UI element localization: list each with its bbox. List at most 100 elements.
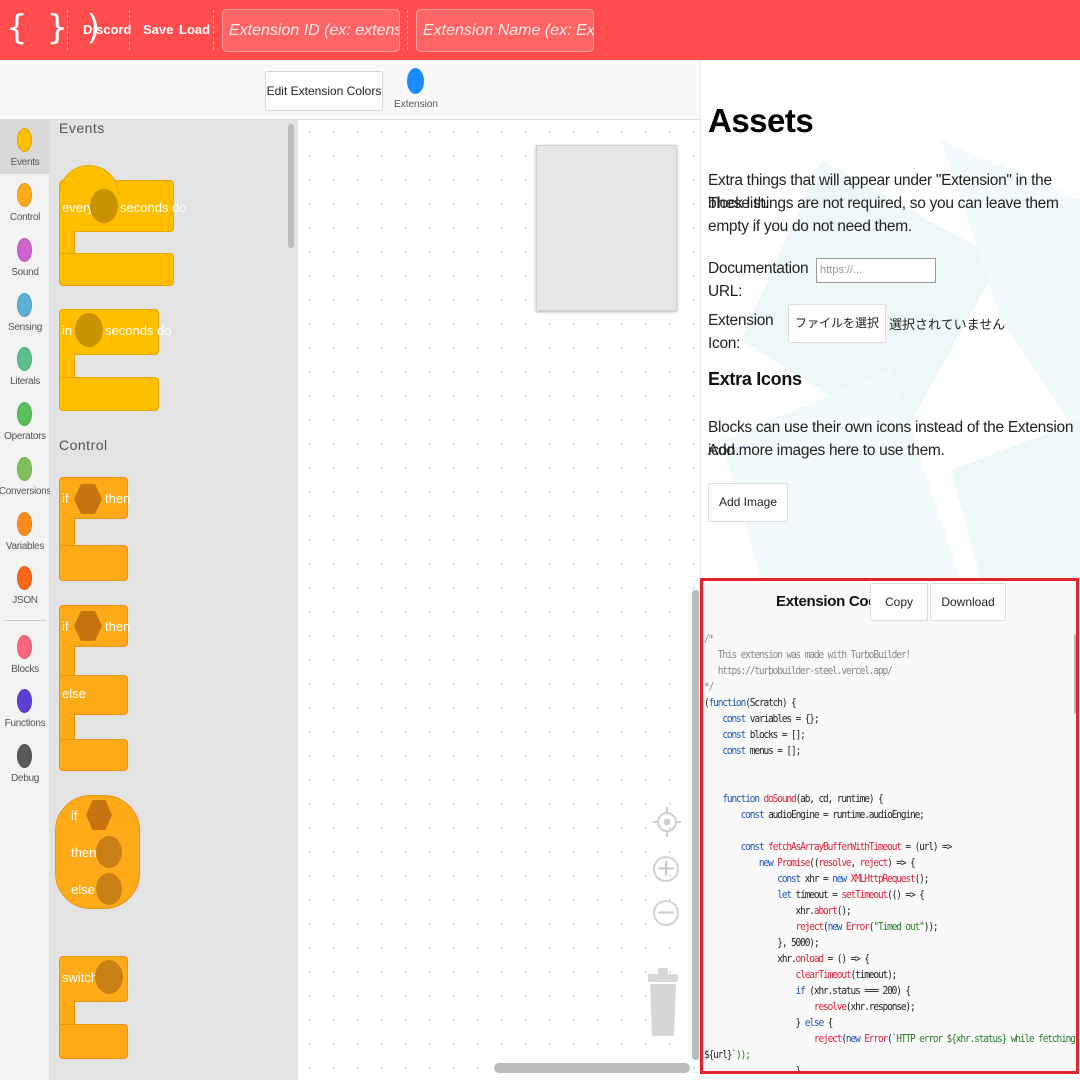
block-bottom (59, 739, 128, 771)
category-functions[interactable]: Functions (0, 681, 50, 735)
category-sound[interactable]: Sound (0, 230, 50, 284)
documentation-url-input[interactable]: https://... (816, 258, 936, 283)
add-image-button[interactable]: Add Image (708, 483, 788, 522)
discord-link[interactable]: Discord (83, 22, 131, 37)
divider (407, 10, 408, 50)
code-line: ${url}`)); (704, 1048, 751, 1061)
code-line: xhr.abort(); (704, 904, 852, 917)
category-color-dot (17, 402, 32, 426)
download-button[interactable]: Download (930, 583, 1006, 621)
extension-icon-label: Extension Icon: (708, 312, 774, 352)
extension-id-input[interactable]: Extension ID (ex: extensionID) (222, 9, 400, 52)
category-color-dot (17, 183, 32, 207)
flyout-scrollbar[interactable] (288, 124, 294, 248)
code-panel-title: Extension Code (776, 593, 886, 610)
number-input-slot[interactable] (75, 313, 103, 347)
copy-button[interactable]: Copy (870, 583, 928, 621)
block-label: then (71, 845, 97, 860)
value-input-slot[interactable] (95, 960, 123, 994)
code-scrollbar[interactable] (1074, 634, 1076, 714)
category-color-dot (17, 347, 32, 371)
block-arm (59, 353, 75, 379)
category-operators[interactable]: Operators (0, 394, 50, 448)
code-line: } (704, 1064, 802, 1074)
block-arm (59, 713, 75, 741)
zoom-out-icon[interactable]: − (653, 900, 679, 926)
category-label: Variables (5, 541, 45, 552)
value-input-slot[interactable] (96, 836, 122, 868)
edit-extension-colors-button[interactable]: Edit Extension Colors (265, 71, 383, 111)
code-line: xhr.onload = () => { (704, 952, 870, 965)
category-blocks[interactable]: Blocks (0, 627, 50, 681)
code-line: }, 5000); (704, 936, 819, 949)
choose-file-button[interactable]: ファイルを選択 (788, 304, 886, 343)
category-label: Blocks (11, 664, 39, 675)
category-control[interactable]: Control (0, 175, 50, 229)
load-button[interactable]: Load (179, 22, 210, 37)
block-label: then (105, 619, 131, 634)
category-variables[interactable]: Variables (0, 504, 50, 558)
save-button[interactable]: Save (143, 22, 173, 37)
recenter-icon[interactable] (653, 805, 681, 839)
code-line: */ (704, 680, 714, 693)
block-label: in (62, 323, 73, 338)
extra-icons-description: Add more images here to use them. (708, 442, 945, 459)
extension-label: Extension (394, 99, 438, 110)
category-literals[interactable]: Literals (0, 339, 50, 393)
extension-name-input[interactable]: Extension Name (ex: Extension) (416, 9, 594, 52)
block-bottom (59, 377, 159, 411)
trash-icon[interactable] (647, 968, 679, 1038)
workspace-preview-box (536, 145, 677, 311)
editor-header: Edit Extension Colors Extension (0, 60, 700, 120)
block-bottom (59, 545, 128, 581)
category-label: Operators (4, 431, 46, 442)
top-bar: { } ) Discord Save Load Extension ID (ex… (0, 0, 1080, 60)
category-color-dot (17, 635, 32, 659)
category-label: Conversions (0, 486, 52, 497)
block-arm (59, 517, 75, 547)
number-input-slot[interactable] (90, 189, 118, 223)
workspace-vertical-scrollbar[interactable] (692, 590, 699, 1060)
events-heading: Events (59, 120, 105, 136)
block-label: else (62, 686, 86, 701)
block-label: else (71, 882, 95, 897)
category-events[interactable]: Events (0, 120, 50, 174)
category-json[interactable]: JSON (0, 558, 50, 612)
category-label: Sound (11, 267, 39, 278)
block-label: seconds do (120, 200, 187, 215)
code-line: This extension was made with TurboBuilde… (704, 648, 911, 661)
code-line: (function(Scratch) { (704, 696, 797, 709)
category-conversions[interactable]: Conversions (0, 449, 51, 503)
documentation-url-label: Documentation URL: (708, 260, 809, 300)
category-label: Events (10, 157, 40, 168)
extension-color-dot[interactable] (407, 68, 424, 94)
generated-code[interactable]: /* This extension was made with TurboBui… (704, 631, 1076, 1074)
category-label: Literals (10, 376, 40, 387)
zoom-in-icon[interactable]: + (653, 856, 679, 882)
workspace-horizontal-scrollbar[interactable] (494, 1063, 690, 1073)
block-label: if (62, 619, 69, 634)
block-arm (59, 645, 75, 677)
block-label: switch (62, 970, 99, 985)
block-workspace[interactable]: + − (298, 120, 700, 1080)
assets-title: Assets (708, 102, 814, 139)
code-line: resolve(xhr.response); (813, 1000, 916, 1013)
control-heading: Control (59, 437, 108, 453)
code-line: } else { (704, 1016, 834, 1029)
code-line: const audioEngine = runtime.audioEngine; (740, 808, 925, 821)
file-status: 選択されていません (889, 317, 1006, 332)
extension-code-panel: Extension Code Copy Download /* This ext… (700, 578, 1079, 1074)
code-line: new Promise((resolve, reject) => { (758, 856, 916, 869)
category-sensing[interactable]: Sensing (0, 285, 50, 339)
block-flyout: Events every seconds do in seconds do Co… (50, 120, 298, 1080)
block-bottom (59, 1024, 128, 1059)
category-label: JSON (12, 595, 38, 606)
category-debug[interactable]: Debug (0, 736, 50, 790)
value-input-slot[interactable] (96, 873, 122, 905)
category-color-dot (17, 293, 32, 317)
block-label: if (71, 808, 78, 823)
category-label: Control (9, 212, 41, 223)
code-line: reject(new Error(`HTTP error ${xhr.statu… (813, 1032, 1076, 1045)
code-line: const fetchAsArrayBufferWithTimeout = (u… (740, 840, 953, 853)
